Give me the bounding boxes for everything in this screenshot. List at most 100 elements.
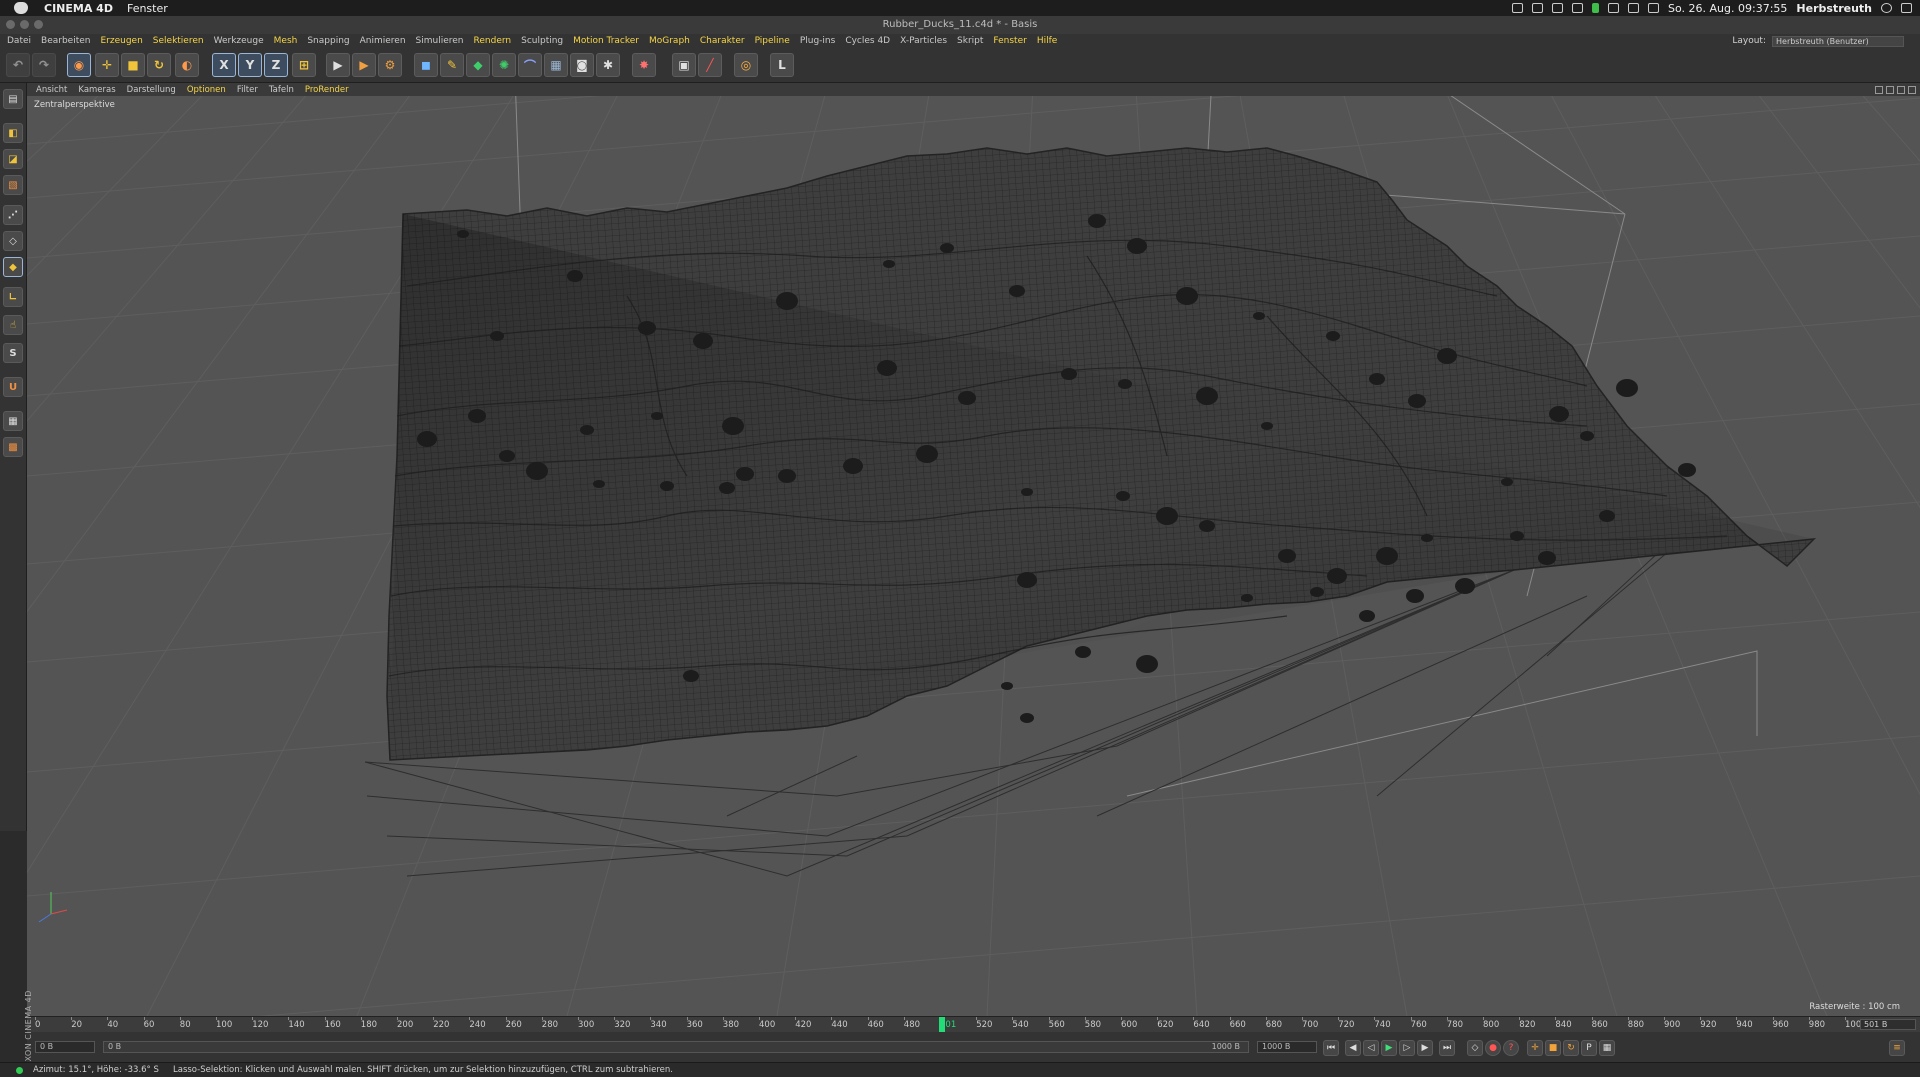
go-to-start-icon[interactable]: ⏮ <box>1323 1040 1339 1056</box>
workplane-lock-icon[interactable]: ▦ <box>3 411 23 431</box>
battery-icon[interactable] <box>1592 3 1600 13</box>
position-key-icon[interactable]: ■ <box>1545 1040 1561 1056</box>
make-editable-icon[interactable]: ▤ <box>3 89 23 109</box>
floor-scene-icon[interactable]: ▦ <box>544 53 568 77</box>
go-to-end-icon[interactable]: ⏭ <box>1439 1040 1455 1056</box>
menu-motion-tracker[interactable]: Motion Tracker <box>573 36 639 46</box>
app-name-menu[interactable]: CINEMA 4D <box>44 2 113 15</box>
point-level-animation-icon[interactable]: ▦ <box>1599 1040 1615 1056</box>
viewport-menu-filter[interactable]: Filter <box>237 85 258 95</box>
clapper-icon[interactable]: ▣ <box>672 53 696 77</box>
undo-icon[interactable]: ↶ <box>6 53 30 77</box>
workplane-mode-icon[interactable]: ▧ <box>3 175 23 195</box>
clock[interactable]: So. 26. Aug. 09:37:55 <box>1668 2 1787 15</box>
dropbox-icon[interactable] <box>1512 3 1524 13</box>
menu-simulieren[interactable]: Simulieren <box>416 36 464 46</box>
texture-mode-icon[interactable]: ◪ <box>3 149 23 169</box>
live-selection-tool-icon[interactable]: ◉ <box>67 53 91 77</box>
menu-snapping[interactable]: Snapping <box>307 36 349 46</box>
menu-rendern[interactable]: Rendern <box>474 36 512 46</box>
time-machine-icon[interactable] <box>1608 3 1620 13</box>
z-axis-lock-button[interactable]: Z <box>264 53 288 77</box>
next-frame-icon[interactable]: ▷ <box>1399 1040 1415 1056</box>
viewport-rotate-icon[interactable] <box>1897 85 1905 94</box>
autokeying-icon[interactable]: ? <box>1503 1040 1519 1056</box>
volume-icon[interactable] <box>1648 3 1660 13</box>
cube-object-icon[interactable]: ◼ <box>414 53 438 77</box>
menu-animieren[interactable]: Animieren <box>360 36 406 46</box>
camera-icon[interactable]: ◙ <box>570 53 594 77</box>
points-mode-icon[interactable]: ⋰ <box>3 205 23 225</box>
shield-icon[interactable] <box>1552 3 1564 13</box>
next-key-icon[interactable]: ▶ <box>1417 1040 1433 1056</box>
menu-hilfe[interactable]: Hilfe <box>1037 36 1057 46</box>
x-axis-lock-button[interactable]: X <box>212 53 236 77</box>
cycles-render-icon[interactable]: ◎ <box>734 53 758 77</box>
layer-manager-icon[interactable]: L <box>770 53 794 77</box>
notification-center-icon[interactable] <box>1901 3 1912 13</box>
viewport-menu-ansicht[interactable]: Ansicht <box>36 85 67 95</box>
viewport-menu-tafeln[interactable]: Tafeln <box>269 85 294 95</box>
mac-fenster-menu[interactable]: Fenster <box>127 2 168 15</box>
render-picture-viewer-icon[interactable]: ▶ <box>352 53 376 77</box>
menu-werkzeuge[interactable]: Werkzeuge <box>214 36 264 46</box>
tweak-mode-icon[interactable]: ☝ <box>3 315 23 335</box>
viewport-move-icon[interactable] <box>1875 85 1883 94</box>
timeline-menu-icon[interactable]: ≡ <box>1889 1040 1905 1056</box>
airplay-icon[interactable] <box>1572 3 1584 13</box>
wifi-icon[interactable] <box>1628 3 1640 13</box>
record-active-objects-icon[interactable]: ● <box>1485 1040 1501 1056</box>
layout-dropdown[interactable]: Herbstreuth (Benutzer) <box>1772 35 1904 47</box>
rotate-tool-icon[interactable]: ↻ <box>147 53 171 77</box>
viewport-toggle-icon[interactable] <box>1908 85 1916 94</box>
solo-mode-icon[interactable]: S <box>3 343 23 363</box>
current-frame-field[interactable]: 501 B <box>1860 1019 1916 1030</box>
viewport-menu-optionen[interactable]: Optionen <box>187 85 226 95</box>
viewport-camera-name[interactable]: Zentralperspektive <box>34 100 115 110</box>
spotlight-search-icon[interactable] <box>1881 3 1892 13</box>
user-name[interactable]: Herbstreuth <box>1796 2 1872 15</box>
creative-cloud-icon[interactable] <box>1532 3 1544 13</box>
model-mode-icon[interactable]: ◧ <box>3 123 23 143</box>
pen-spline-icon[interactable]: ✎ <box>440 53 464 77</box>
scale-tool-icon[interactable]: ■ <box>121 53 145 77</box>
menu-skript[interactable]: Skript <box>957 36 983 46</box>
knife-tool-icon[interactable]: ╱ <box>698 53 722 77</box>
menu-cycles-4d[interactable]: Cycles 4D <box>845 36 890 46</box>
menu-plug-ins[interactable]: Plug-ins <box>800 36 836 46</box>
menu-selektieren[interactable]: Selektieren <box>153 36 204 46</box>
menu-datei[interactable]: Datei <box>7 36 31 46</box>
edges-mode-icon[interactable]: ◇ <box>3 231 23 251</box>
menu-bearbeiten[interactable]: Bearbeiten <box>41 36 90 46</box>
xparticles-icon[interactable]: ✸ <box>632 53 656 77</box>
menu-pipeline[interactable]: Pipeline <box>755 36 790 46</box>
bend-deformer-icon[interactable]: ⌒ <box>518 53 542 77</box>
parameter-key-icon[interactable]: P <box>1581 1040 1597 1056</box>
3d-viewport[interactable] <box>27 96 1920 1016</box>
menu-fenster[interactable]: Fenster <box>993 36 1026 46</box>
menu-mesh[interactable]: Mesh <box>274 36 298 46</box>
menu-x-particles[interactable]: X-Particles <box>900 36 947 46</box>
menu-mograph[interactable]: MoGraph <box>649 36 690 46</box>
viewport-zoom-icon[interactable] <box>1886 85 1894 94</box>
motion-record-icon[interactable]: ◇ <box>1467 1040 1483 1056</box>
frame-range-slider[interactable]: 0 B 1000 B <box>103 1041 1249 1053</box>
coordinate-system-icon[interactable]: ⊞ <box>292 53 316 77</box>
menu-erzeugen[interactable]: Erzeugen <box>100 36 142 46</box>
viewport-menu-kameras[interactable]: Kameras <box>78 85 115 95</box>
keyframe-selection-icon[interactable]: ✛ <box>1527 1040 1543 1056</box>
menu-sculpting[interactable]: Sculpting <box>521 36 563 46</box>
apple-icon[interactable] <box>14 2 28 14</box>
preview-end-field[interactable]: 1000 B <box>1257 1041 1317 1053</box>
recent-tools-icon[interactable]: ◐ <box>175 53 199 77</box>
preview-start-field[interactable]: 0 B <box>35 1041 95 1053</box>
subdivision-surface-icon[interactable]: ◆ <box>466 53 490 77</box>
render-settings-icon[interactable]: ⚙ <box>378 53 402 77</box>
rotation-key-icon[interactable]: ↻ <box>1563 1040 1579 1056</box>
previous-key-icon[interactable]: ◀ <box>1345 1040 1361 1056</box>
timeline-playhead[interactable] <box>938 1017 945 1033</box>
grid-snap-icon[interactable]: ▩ <box>3 437 23 457</box>
menu-charakter[interactable]: Charakter <box>700 36 745 46</box>
move-tool-icon[interactable]: ✛ <box>95 53 119 77</box>
redo-icon[interactable]: ↷ <box>32 53 56 77</box>
